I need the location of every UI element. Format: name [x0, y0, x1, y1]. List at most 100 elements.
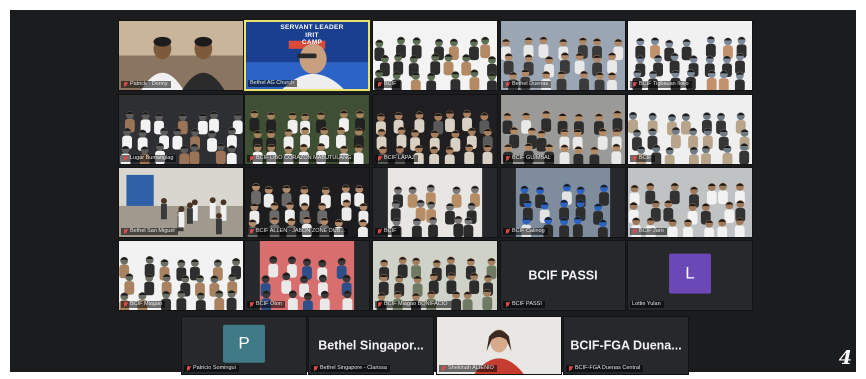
participant-tile[interactable]: Bethel Singapor... Bethel Singapore - Cla…	[308, 316, 434, 375]
banner-line: IRIT	[305, 31, 319, 39]
participant-tile[interactable]: BCIF LAPAZ	[372, 94, 498, 165]
participant-name: Lottie Yulan	[632, 301, 661, 307]
participant-name: BCIF LIBO CORAZON MABUTULANG	[256, 155, 352, 161]
participant-name: BCIF Miagao BONIFACIO	[384, 301, 448, 307]
participant-name: Bethel Singapore - Clarissa	[320, 365, 387, 371]
participant-tile[interactable]: BCIF Tigbauan Iloilo	[627, 20, 753, 91]
participant-nameplate: Shekinah ALIENIO	[439, 365, 497, 372]
participant-tile[interactable]: Patrick · Donny	[118, 20, 244, 91]
muted-microphone-icon	[505, 155, 510, 162]
avatar: P	[223, 324, 265, 363]
video-feed	[628, 168, 752, 237]
participant-name: Bethel San Miguel	[130, 228, 175, 234]
banner-line: CAMP	[301, 39, 323, 46]
video-feed	[119, 95, 243, 164]
muted-microphone-icon	[249, 228, 254, 235]
participant-tile[interactable]: BCIF LIBO CORAZON MABUTULANG	[244, 94, 370, 165]
video-feed	[373, 95, 497, 164]
participant-tile[interactable]: BCIF	[627, 94, 753, 165]
participant-nameplate: Bethel Singapore - Clarissa	[311, 365, 390, 372]
video-feed	[245, 241, 369, 310]
participant-nameplate: BCIF	[375, 81, 400, 88]
muted-microphone-icon	[249, 155, 254, 162]
participant-name: BCIF Tigbauan Iloilo	[639, 81, 689, 87]
participant-display-name: BCIF PASSI	[528, 267, 598, 282]
participant-nameplate: BCIF Miagao BONIFACIO	[375, 301, 451, 308]
participant-nameplate: BCIF	[630, 155, 655, 162]
participant-name: BCIF LAPAZ	[384, 155, 416, 161]
muted-microphone-icon	[632, 155, 637, 162]
participant-tile[interactable]: Shekinah ALIENIO	[436, 316, 562, 375]
muted-microphone-icon	[123, 81, 128, 88]
muted-microphone-icon	[505, 228, 510, 235]
muted-microphone-icon	[123, 301, 128, 308]
video-feed	[501, 95, 625, 164]
participant-nameplate: BCIF PASSI	[503, 301, 545, 308]
participant-name: BCIF	[639, 155, 652, 161]
avatar: L	[669, 253, 711, 294]
muted-microphone-icon	[313, 365, 318, 372]
muted-microphone-icon	[505, 81, 510, 88]
participant-nameplate: Lugar Bumanglag	[121, 155, 177, 162]
participant-tile[interactable]: BCIF	[372, 20, 498, 91]
participant-tile[interactable]: L Lottie Yulan	[627, 240, 753, 311]
participant-name: BCIF Oton	[256, 301, 282, 307]
participant-nameplate: BCIF Calinog	[503, 228, 548, 235]
participant-nameplate: Bethel AG Church	[248, 80, 298, 87]
participant-tile[interactable]: BCIF Miagao	[118, 240, 244, 311]
participant-name: BCIF	[384, 81, 397, 87]
muted-microphone-icon	[249, 301, 254, 308]
participant-display-name: BCIF-FGA Duena...	[570, 337, 682, 352]
participant-name: Lugar Bumanglag	[130, 155, 174, 161]
meeting-gallery-view: Patrick · Donny SERVANT LEADER IRIT CAMP Bet…	[10, 10, 856, 375]
muted-microphone-icon	[441, 365, 446, 372]
participant-tile[interactable]: BCIF Oton	[244, 240, 370, 311]
participant-tile[interactable]: BCIF ALLEN - JABON ZONE DUB...	[244, 167, 370, 238]
video-feed	[373, 241, 497, 310]
participant-nameplate: Bethel San Miguel	[121, 228, 178, 235]
participant-tile[interactable]: Lugar Bumanglag	[118, 94, 244, 165]
participant-tile[interactable]: BCIF	[372, 167, 498, 238]
muted-microphone-icon	[377, 81, 382, 88]
participant-nameplate: Patricio Somingui	[184, 365, 239, 372]
participant-name: BCIF Calinog	[512, 228, 545, 234]
page-number: 4	[838, 347, 852, 369]
participant-name: Bethel AG Church	[250, 80, 295, 86]
video-feed	[501, 21, 625, 90]
participant-tile[interactable]: BCIF Jaro	[627, 167, 753, 238]
participant-name: BCIF PASSI	[512, 301, 542, 307]
muted-microphone-icon	[568, 365, 573, 372]
participant-tile[interactable]: BCIF-FGA Duena... BCIF-FGA Duenas Central	[563, 316, 689, 375]
video-feed	[373, 168, 497, 237]
participant-nameplate: Patrick · Donny	[121, 81, 171, 88]
participant-tile[interactable]: Bethel Duenas	[500, 20, 626, 91]
participant-nameplate: BCIF Jaro	[630, 228, 667, 235]
muted-microphone-icon	[123, 155, 128, 162]
participant-tile[interactable]: BCIF Calinog	[500, 167, 626, 238]
video-feed	[628, 21, 752, 90]
participant-name: Patrick · Donny	[130, 81, 168, 87]
participant-tile[interactable]: Bethel San Miguel	[118, 167, 244, 238]
participant-nameplate: BCIF LIBO CORAZON MABUTULANG	[247, 155, 355, 162]
muted-microphone-icon	[377, 228, 382, 235]
muted-microphone-icon	[377, 155, 382, 162]
video-feed	[119, 241, 243, 310]
participant-nameplate: BCIF Tigbauan Iloilo	[630, 81, 692, 88]
video-feed	[119, 21, 243, 90]
video-banner-text: SERVANT LEADER IRIT CAMP	[260, 24, 364, 47]
participant-tile[interactable]: P Patricio Somingui	[181, 316, 307, 375]
participant-tile[interactable]: BCIF GUIMBAL	[500, 94, 626, 165]
participant-nameplate: Bethel Duenas	[503, 81, 552, 88]
muted-microphone-icon	[186, 365, 191, 372]
participant-name: BCIF ALLEN - JABON ZONE DUB...	[256, 228, 345, 234]
participant-display-name: Bethel Singapor...	[318, 337, 424, 352]
video-feed	[628, 95, 752, 164]
video-feed	[373, 21, 497, 90]
video-feed	[119, 168, 243, 237]
participant-tile[interactable]: SERVANT LEADER IRIT CAMP Bethel AG Church	[244, 20, 370, 91]
banner-line: SERVANT LEADER	[280, 24, 344, 31]
participant-tile[interactable]: BCIF Miagao BONIFACIO	[372, 240, 498, 311]
participant-nameplate: BCIF	[375, 228, 400, 235]
video-feed	[245, 168, 369, 237]
participant-tile[interactable]: BCIF PASSI BCIF PASSI	[500, 240, 626, 311]
